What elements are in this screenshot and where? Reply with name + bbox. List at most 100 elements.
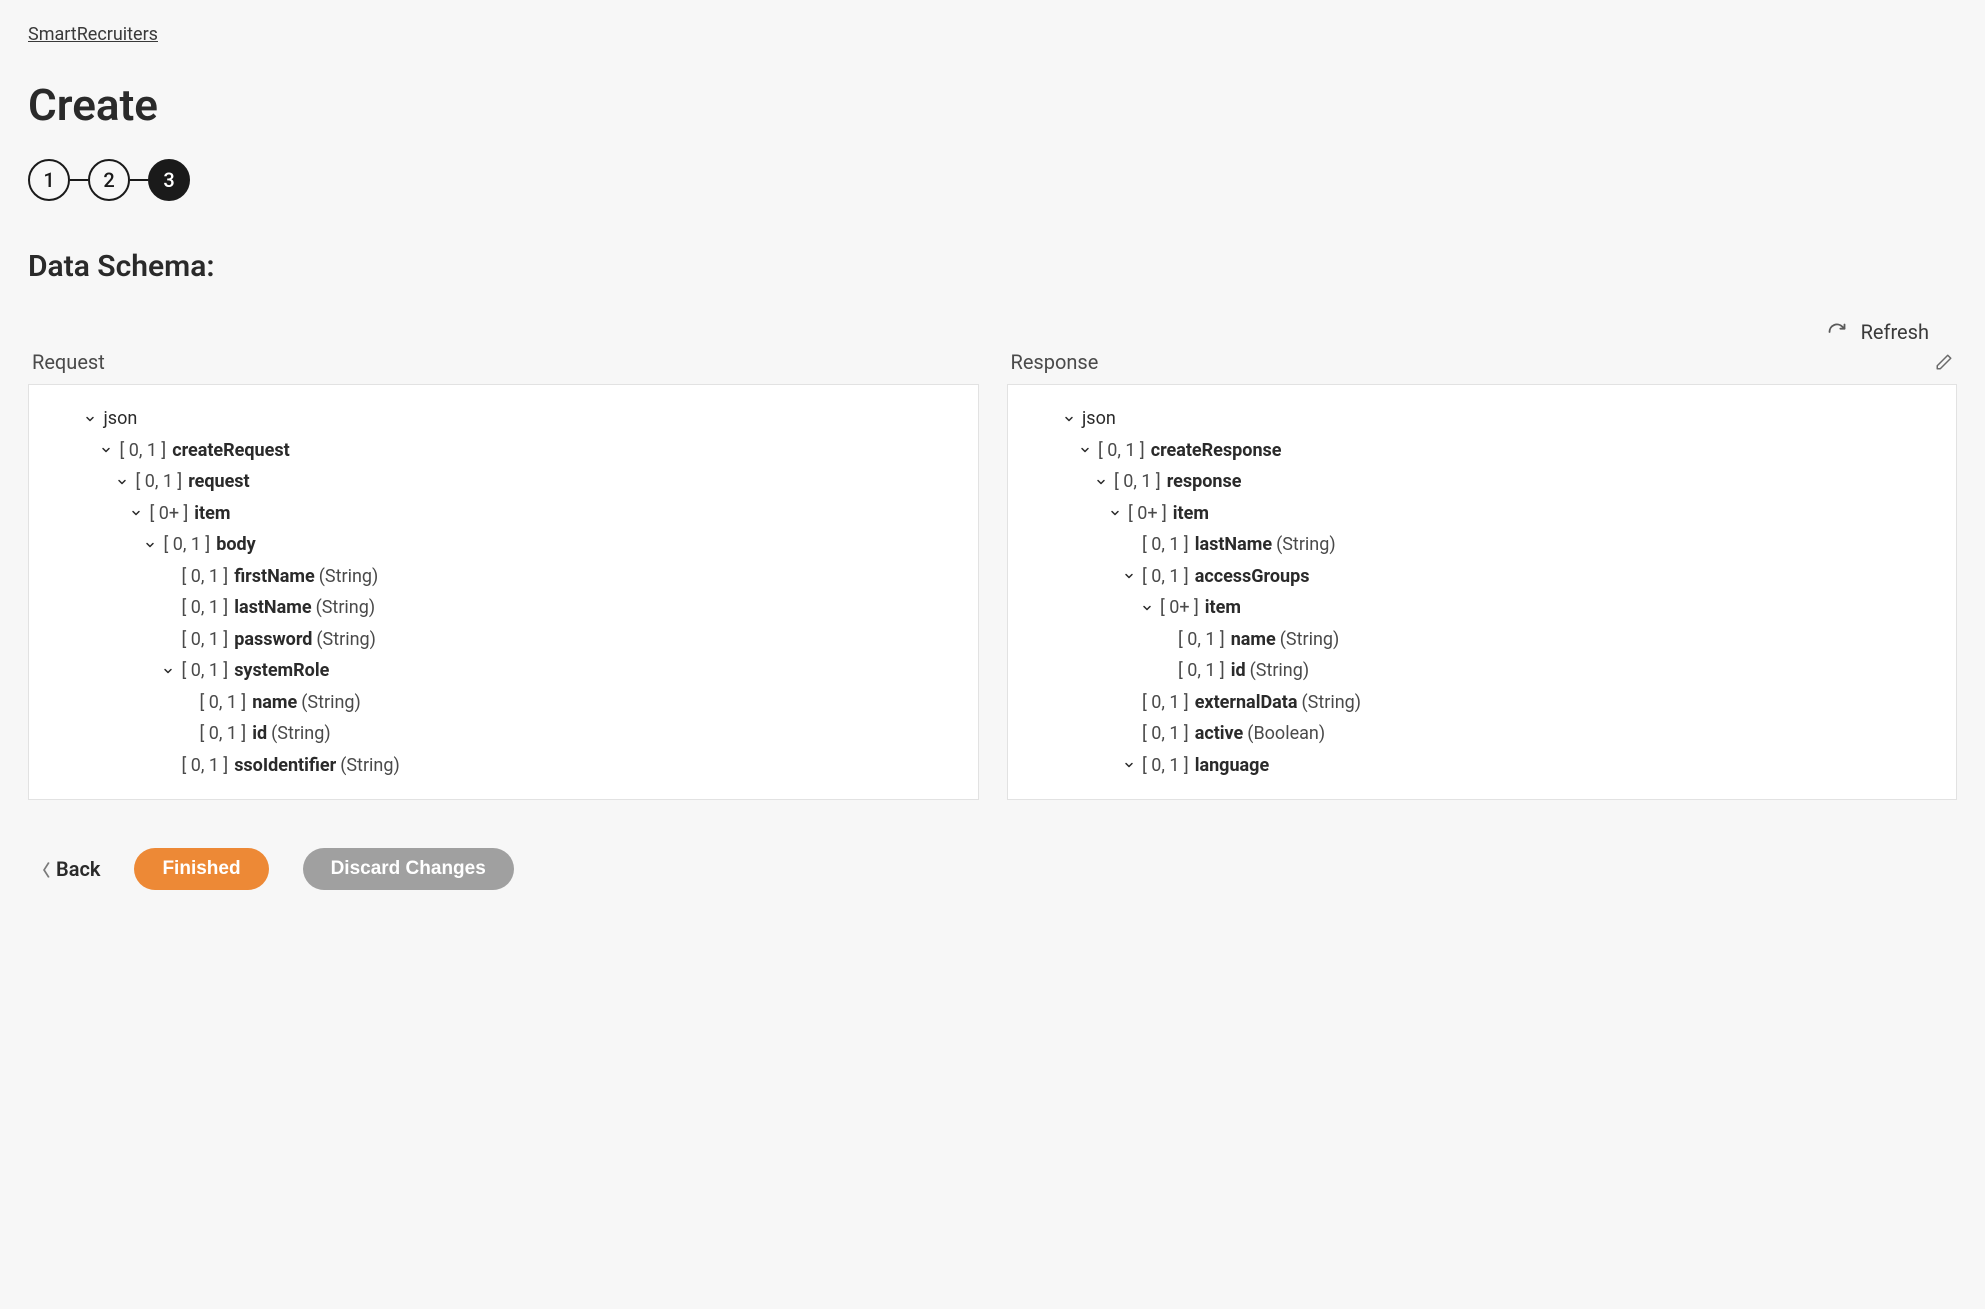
tree-node[interactable]: [ 0, 1 ] password (String) [45,624,962,656]
chevron-down-icon[interactable] [1120,759,1138,771]
back-button[interactable]: 〈 Back [34,857,100,881]
refresh-button[interactable]: Refresh [1861,320,1929,344]
tree-node[interactable]: [ 0, 1 ] accessGroups [1024,561,1941,593]
step-connector [130,179,148,181]
page-title: Create [28,79,1957,131]
tree-node[interactable]: [ 0, 1 ] externalData (String) [1024,687,1941,719]
node-type: (String) [1250,655,1310,687]
node-name: active [1195,718,1244,750]
request-panel-title: Request [32,350,105,374]
chevron-down-icon[interactable] [159,665,177,677]
node-type: (String) [340,750,400,782]
node-name: name [252,687,297,719]
tree-node[interactable]: [ 0, 1 ] name (String) [1024,624,1941,656]
node-name: password [234,624,312,656]
back-label: Back [56,857,100,881]
tree-node[interactable]: [ 0, 1 ] firstName (String) [45,561,962,593]
cardinality-label: [ 0, 1 ] [1098,435,1145,467]
node-type: (String) [1302,687,1362,719]
cardinality-label: [ 0, 1 ] [119,435,166,467]
response-schema-panel: json [ 0, 1 ] createResponse [ 0, 1 ] re… [1007,384,1958,800]
chevron-down-icon[interactable] [1060,413,1078,425]
finished-button[interactable]: Finished [134,848,268,890]
node-name: item [1205,592,1241,624]
cardinality-label: [ 0, 1 ] [163,529,210,561]
cardinality-label: [ 0, 1 ] [199,718,246,750]
tree-node[interactable]: [ 0, 1 ] body [45,529,962,561]
tree-node[interactable]: [ 0, 1 ] id (String) [1024,655,1941,687]
node-name: id [252,718,267,750]
cardinality-label: [ 0, 1 ] [181,561,228,593]
node-name: item [194,498,230,530]
node-name: json [1082,403,1116,435]
step-3[interactable]: 3 [148,159,190,201]
tree-node[interactable]: [ 0, 1 ] createResponse [1024,435,1941,467]
chevron-down-icon[interactable] [1106,507,1124,519]
cardinality-label: [ 0+ ] [1160,592,1199,624]
tree-node[interactable]: [ 0, 1 ] request [45,466,962,498]
discard-button[interactable]: Discard Changes [303,848,514,890]
chevron-down-icon[interactable] [1120,570,1138,582]
cardinality-label: [ 0, 1 ] [181,750,228,782]
tree-node[interactable]: [ 0, 1 ] lastName (String) [1024,529,1941,561]
tree-node[interactable]: [ 0, 1 ] name (String) [45,687,962,719]
tree-node[interactable]: [ 0, 1 ] ssoIdentifier (String) [45,750,962,782]
cardinality-label: [ 0, 1 ] [1142,750,1189,782]
node-name: createRequest [172,435,290,467]
cardinality-label: [ 0, 1 ] [181,624,228,656]
node-name: externalData [1195,687,1298,719]
cardinality-label: [ 0+ ] [1128,498,1167,530]
tree-node[interactable]: json [1024,403,1941,435]
node-name: firstName [234,561,315,593]
chevron-down-icon[interactable] [141,539,159,551]
chevron-left-icon: 〈 [34,857,50,881]
node-type: (String) [1280,624,1340,656]
chevron-down-icon[interactable] [1138,602,1156,614]
chevron-down-icon[interactable] [127,507,145,519]
tree-node[interactable]: [ 0, 1 ] systemRole [45,655,962,687]
node-name: id [1231,655,1246,687]
cardinality-label: [ 0, 1 ] [1178,655,1225,687]
chevron-down-icon[interactable] [97,444,115,456]
chevron-down-icon[interactable] [1076,444,1094,456]
tree-node[interactable]: [ 0, 1 ] language [1024,750,1941,782]
tree-node[interactable]: [ 0, 1 ] active (Boolean) [1024,718,1941,750]
node-name: item [1173,498,1209,530]
chevron-down-icon[interactable] [1092,476,1110,488]
node-name: body [216,529,255,561]
tree-node[interactable]: [ 0+ ] item [45,498,962,530]
breadcrumb-link[interactable]: SmartRecruiters [28,24,158,45]
node-name: json [103,403,137,435]
step-connector [70,179,88,181]
node-type: (String) [271,718,331,750]
tree-node[interactable]: [ 0+ ] item [1024,592,1941,624]
chevron-down-icon[interactable] [113,476,131,488]
tree-node[interactable]: [ 0+ ] item [1024,498,1941,530]
node-name: createResponse [1151,435,1282,467]
cardinality-label: [ 0, 1 ] [1142,529,1189,561]
tree-node[interactable]: [ 0, 1 ] id (String) [45,718,962,750]
node-name: language [1195,750,1270,782]
cardinality-label: [ 0, 1 ] [135,466,182,498]
response-panel-title: Response [1011,350,1099,374]
node-name: response [1167,466,1242,498]
section-title: Data Schema: [28,249,1957,284]
cardinality-label: [ 0, 1 ] [1178,624,1225,656]
chevron-down-icon[interactable] [81,413,99,425]
node-type: (String) [316,624,376,656]
cardinality-label: [ 0, 1 ] [181,655,228,687]
tree-node[interactable]: [ 0, 1 ] createRequest [45,435,962,467]
refresh-icon[interactable] [1827,322,1847,342]
cardinality-label: [ 0, 1 ] [181,592,228,624]
cardinality-label: [ 0, 1 ] [199,687,246,719]
step-2[interactable]: 2 [88,159,130,201]
node-name: systemRole [234,655,329,687]
tree-node[interactable]: json [45,403,962,435]
edit-icon[interactable] [1935,353,1953,371]
tree-node[interactable]: [ 0, 1 ] lastName (String) [45,592,962,624]
cardinality-label: [ 0, 1 ] [1142,718,1189,750]
request-schema-panel: json [ 0, 1 ] createRequest [ 0, 1 ] req… [28,384,979,800]
step-1[interactable]: 1 [28,159,70,201]
node-type: (String) [301,687,361,719]
tree-node[interactable]: [ 0, 1 ] response [1024,466,1941,498]
